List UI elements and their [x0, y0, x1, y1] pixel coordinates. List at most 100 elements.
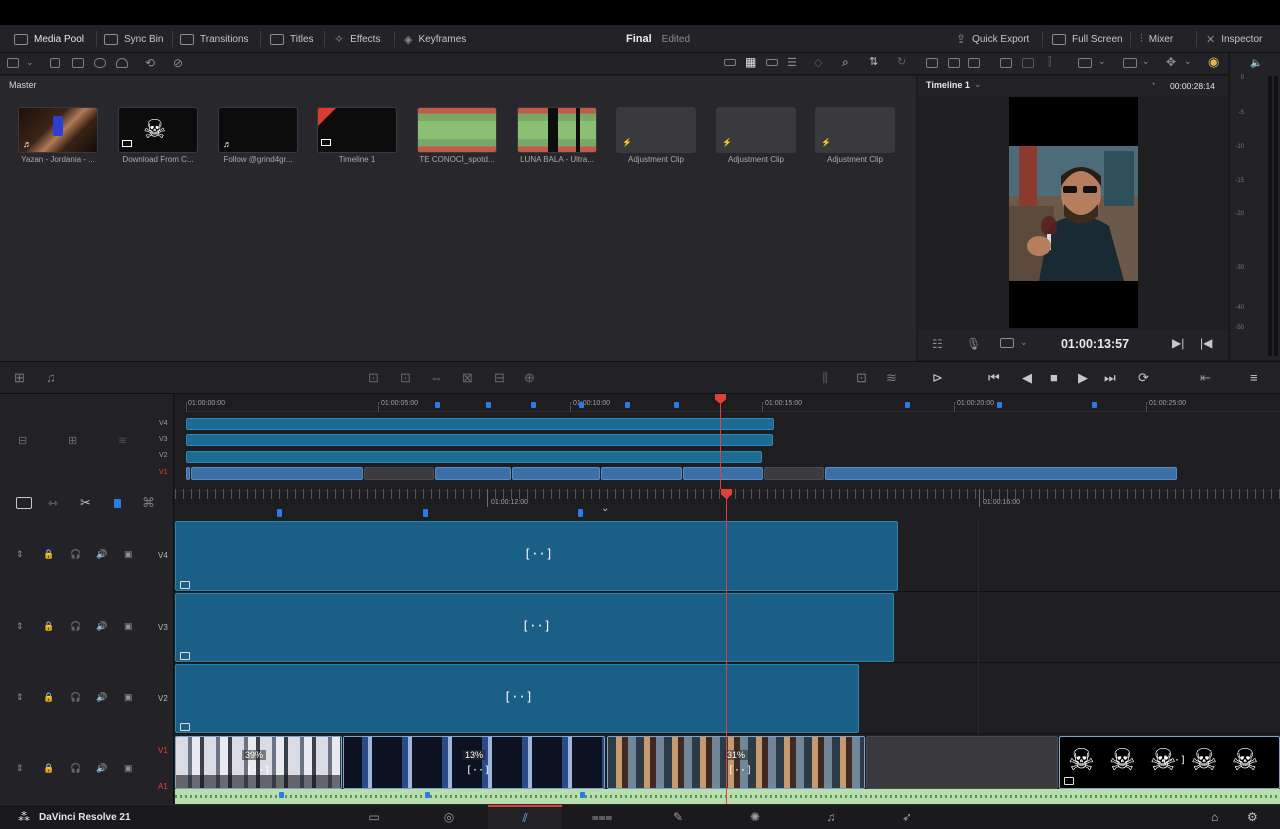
timeline-marker[interactable]: [1092, 402, 1097, 408]
timeline-marker[interactable]: [435, 402, 440, 408]
cut-page-icon[interactable]: ◎: [412, 805, 486, 829]
timeline-marker[interactable]: [425, 792, 430, 798]
chevron-down-icon[interactable]: ⌄: [974, 79, 982, 90]
cloud-icon[interactable]: [116, 58, 128, 68]
new-file-icon[interactable]: [50, 58, 60, 68]
chevron-down-icon[interactable]: ⌄: [1142, 56, 1150, 67]
lock-icon[interactable]: 🔒: [43, 763, 54, 774]
viewer-options-icon[interactable]: ⇤: [1200, 371, 1211, 385]
headphones-icon[interactable]: 🎧: [70, 692, 81, 703]
monitor-toggle-icon[interactable]: ▣: [124, 692, 133, 703]
headphones-icon[interactable]: 🎧: [70, 763, 81, 774]
overlay-icon[interactable]: [1123, 58, 1137, 68]
adjustment-clip-v2[interactable]: [··]: [175, 664, 859, 733]
expand-icon[interactable]: ⇕: [16, 549, 24, 560]
view-options-icon[interactable]: ⊟: [18, 434, 27, 447]
mini-playhead[interactable]: [720, 394, 721, 490]
trim-icon[interactable]: ⇿: [48, 496, 58, 510]
viewer-wipe-icon[interactable]: ⫿: [1048, 56, 1052, 69]
monitor-toggle-icon[interactable]: ▣: [124, 763, 133, 774]
link-icon[interactable]: ⊘: [173, 56, 183, 70]
mixer-button[interactable]: ⫶ Mixer: [1140, 25, 1173, 53]
viewer-layout-icon[interactable]: [948, 58, 960, 68]
audio-view-icon[interactable]: ≋: [118, 434, 127, 447]
media-thumb-audio[interactable]: ♬: [18, 107, 98, 153]
media-thumb-timeline[interactable]: [317, 107, 397, 153]
mini-clip-v4[interactable]: [186, 418, 774, 430]
mini-clip-v3[interactable]: [186, 434, 773, 446]
speaker-icon[interactable]: 🔊: [96, 549, 107, 560]
media-thumb-image[interactable]: ☠: [118, 107, 198, 153]
transitions-button[interactable]: Transitions: [180, 25, 249, 53]
expand-icon[interactable]: ⇕: [16, 621, 24, 632]
safe-area-icon[interactable]: [1078, 58, 1092, 68]
timeline-marker[interactable]: [905, 402, 910, 408]
play-reverse-icon[interactable]: ◀: [1022, 371, 1032, 385]
timeline-marker[interactable]: [997, 402, 1002, 408]
media-pool-button[interactable]: Media Pool: [14, 25, 84, 53]
chevron-down-icon[interactable]: ⌄: [1098, 56, 1106, 67]
audio-clip-a1[interactable]: [175, 789, 1280, 804]
mini-clip-v1[interactable]: [601, 467, 682, 480]
keyframes-button[interactable]: ◈ Keyframes: [404, 25, 466, 53]
refresh-icon[interactable]: ↻: [897, 55, 906, 68]
fairlight-page-icon[interactable]: ✺: [718, 805, 792, 829]
transform-icon[interactable]: ✥: [1166, 55, 1176, 69]
overwrite-clip-icon[interactable]: ⊡: [400, 371, 411, 385]
append-icon[interactable]: ⊕: [524, 371, 535, 385]
playhead[interactable]: [726, 489, 727, 804]
expand-icon[interactable]: ⇕: [16, 763, 24, 774]
timeline-marker[interactable]: [580, 792, 585, 798]
gap-clip[interactable]: [866, 736, 1058, 789]
monitor-toggle-icon[interactable]: ▣: [124, 621, 133, 632]
mini-ruler[interactable]: 01:00:00:00 01:00:05:00 01:00:10:00 01:0…: [186, 394, 1280, 412]
stack-icon[interactable]: ⊞: [68, 434, 77, 447]
zoom-full-icon[interactable]: ⊡: [856, 371, 867, 385]
media-thumb-adjustment[interactable]: ⚡: [616, 107, 696, 153]
mini-clip-v1[interactable]: [191, 467, 363, 480]
sync-bin-button[interactable]: Sync Bin: [104, 25, 163, 53]
color-wheel-icon[interactable]: ◉: [1208, 54, 1219, 70]
lock-icon[interactable]: 🔒: [43, 549, 54, 560]
adjustment-clip-v4[interactable]: [··]: [175, 521, 898, 591]
viewer-grid-icon[interactable]: [1000, 58, 1012, 68]
mini-clip-v1[interactable]: [683, 467, 763, 480]
timeline-marker[interactable]: [277, 509, 282, 517]
mini-clip-v1[interactable]: [512, 467, 600, 480]
mini-clip-v2[interactable]: [186, 451, 762, 463]
replace-clip-icon[interactable]: ⇔: [430, 371, 443, 385]
quick-export-button[interactable]: ⇪ Quick Export: [956, 25, 1029, 53]
next-edit-icon[interactable]: ▶|: [1172, 336, 1184, 350]
folder-icon[interactable]: [72, 58, 84, 68]
effects-button[interactable]: ✧ Effects: [334, 25, 380, 53]
mini-clip-v1-gap[interactable]: [764, 467, 824, 480]
timeline-marker[interactable]: [674, 402, 679, 408]
stop-icon[interactable]: ■: [1050, 371, 1058, 385]
detail-zoom-icon[interactable]: ⫼: [822, 371, 828, 385]
chevron-down-icon[interactable]: ⌄: [26, 57, 34, 68]
timeline-selector[interactable]: Timeline 1: [926, 80, 970, 90]
color-page-icon[interactable]: ✎: [641, 805, 715, 829]
timeline-marker[interactable]: [579, 402, 584, 408]
timeline-marker[interactable]: [423, 509, 428, 517]
speaker-icon[interactable]: 🔊: [96, 621, 107, 632]
media-thumb-waveform[interactable]: [417, 107, 497, 153]
lock-icon[interactable]: 🔒: [43, 692, 54, 703]
tag-icon[interactable]: ◇: [814, 56, 822, 69]
flag-icon[interactable]: ⌘: [142, 495, 155, 511]
image-clip-v1[interactable]: ☠☠☠☠☠ [··]: [1059, 736, 1280, 789]
timeline-marker[interactable]: [578, 509, 583, 517]
monitor-toggle-icon[interactable]: ▣: [124, 549, 133, 560]
timeline-marker[interactable]: [625, 402, 630, 408]
timeline-marker[interactable]: [279, 792, 284, 798]
prev-edit-icon[interactable]: |◀: [1200, 336, 1212, 350]
fusion-page-icon[interactable]: ⩶: [565, 805, 639, 829]
settings-gear-icon[interactable]: ⚙: [1247, 810, 1258, 824]
sync-icon[interactable]: ⟲: [145, 56, 155, 70]
ripple-icon[interactable]: ⊟: [494, 371, 505, 385]
headphones-icon[interactable]: 🎧: [70, 621, 81, 632]
microphone-icon[interactable]: 🎙: [966, 337, 981, 351]
play-icon[interactable]: ▶: [1078, 371, 1088, 385]
expand-icon[interactable]: ⇕: [16, 692, 24, 703]
timeline-marker[interactable]: [531, 402, 536, 408]
